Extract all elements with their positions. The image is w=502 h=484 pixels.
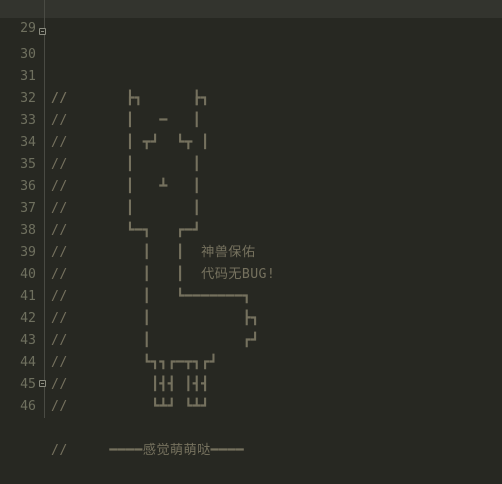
editor-line[interactable]: 37 // ┗━┓ ┏━┛ xyxy=(0,176,502,238)
line-number: 46 xyxy=(20,399,36,414)
editor-line[interactable]: 38 // ┃ ┃ 神兽保佑 xyxy=(0,198,502,260)
line-code[interactable]: // ━━━━感觉萌萌哒━━━━ xyxy=(51,440,244,462)
editor-line[interactable]: 34 // ┃ ┃ xyxy=(0,110,502,172)
editor-line[interactable]: 46 // ━━━━感觉萌萌哒━━━━ xyxy=(0,374,502,458)
editor-line[interactable]: 44 // ┃┫┫ ┃┫┫ xyxy=(0,330,502,392)
editor-line[interactable]: 45 // ┗┻┛ ┗┻┛ xyxy=(0,352,502,414)
editor-line[interactable]: 43 // ┗┓┓┏━┳┓┏┛ xyxy=(0,308,502,370)
fold-toggle-icon[interactable] xyxy=(39,28,46,35)
editor-line[interactable]: 35 // ┃ ┻ ┃ xyxy=(0,132,502,194)
editor-line[interactable]: 42 // ┃ ┏┛ xyxy=(0,286,502,348)
editor-line[interactable]: 33 // ┃ ┳┛ ┗┳ ┃ xyxy=(0,88,502,150)
editor-line[interactable]: 40 // ┃ ┗━━━━━━━┓ xyxy=(0,242,502,304)
editor-line[interactable]: 31 // ┃ ┃ xyxy=(0,44,502,106)
editor-line[interactable]: 36 // ┃ ┃ xyxy=(0,154,502,216)
editor-line[interactable]: 30 // ┏┓ ┏┓ xyxy=(0,22,502,106)
editor-line[interactable]: 32 // ┃ ━ ┃ xyxy=(0,66,502,128)
code-editor[interactable]: 29 30 // ┏┓ ┏┓ 31 // ┃ ┃ 32 // ┃ ━ ┃ 33 … xyxy=(0,0,502,458)
editor-line[interactable]: 39 // ┃ ┃ 代码无BUG! xyxy=(0,220,502,282)
editor-line[interactable]: 41 // ┃ ┣┓ xyxy=(0,264,502,326)
editor-line[interactable]: 29 xyxy=(0,0,502,36)
line-code[interactable]: // ┗┻┛ ┗┻┛ xyxy=(51,396,209,418)
fold-toggle-icon[interactable] xyxy=(39,380,46,387)
